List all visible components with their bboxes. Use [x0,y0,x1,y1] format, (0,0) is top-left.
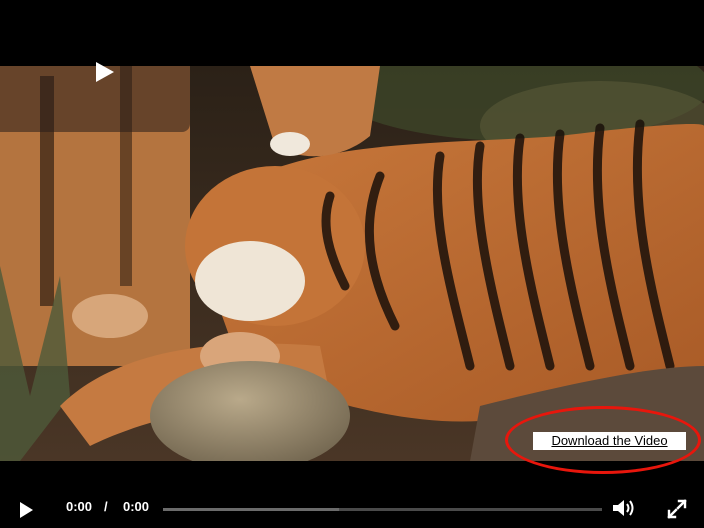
seek-buffer-fill [163,508,339,511]
download-video-link[interactable]: Download the Video [533,432,686,450]
fullscreen-icon[interactable] [666,498,688,520]
play-icon[interactable] [20,502,33,518]
video-player: Download the Video 0:00 / 0:00 [0,0,704,528]
play-icon [96,62,114,82]
seek-bar[interactable] [163,508,602,511]
big-play-button[interactable] [0,62,190,132]
control-bar: 0:00 / 0:00 [0,486,704,528]
duration: 0:00 [123,499,150,514]
volume-icon[interactable] [612,498,638,518]
current-time: 0:00 [66,499,93,514]
time-separator: / [104,499,108,514]
